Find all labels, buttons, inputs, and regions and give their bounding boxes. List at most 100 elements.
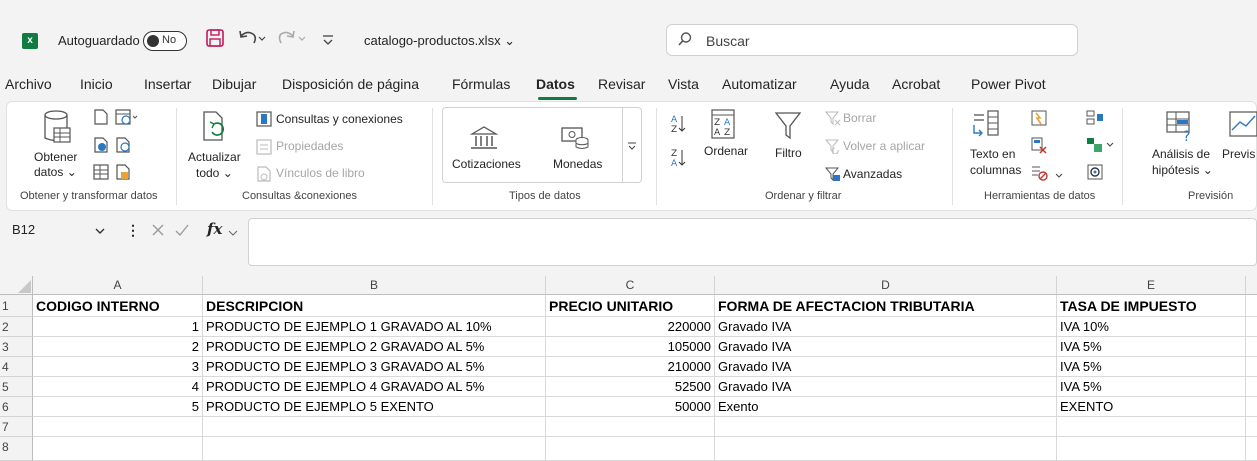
cell-f4[interactable]: [1246, 357, 1257, 377]
formula-input[interactable]: [248, 218, 1257, 266]
stocks-button[interactable]: Cotizaciones: [452, 157, 521, 172]
cell-a5[interactable]: 4: [33, 377, 203, 397]
tab-datos[interactable]: Datos: [536, 76, 575, 92]
tab-revisar[interactable]: Revisar: [598, 76, 645, 92]
text-to-columns-label-2[interactable]: columnas: [970, 163, 1021, 178]
what-if-analysis-button[interactable]: Análisis de: [1152, 147, 1210, 162]
reapply-button[interactable]: Volver a aplicar: [843, 139, 925, 154]
cell-c3[interactable]: 105000: [546, 337, 715, 357]
from-text-icon[interactable]: [92, 108, 110, 129]
name-box-dropdown-icon[interactable]: [94, 224, 106, 239]
row-header-1[interactable]: 1: [0, 295, 33, 317]
row-header-5[interactable]: 5: [0, 377, 33, 397]
consolidate-icon[interactable]: [1086, 109, 1104, 130]
cell-a3[interactable]: 2: [33, 337, 203, 357]
from-file-icon[interactable]: [114, 163, 132, 184]
cell-b2[interactable]: PRODUCTO DE EJEMPLO 1 GRAVADO AL 10%: [203, 317, 546, 337]
enter-icon[interactable]: [174, 222, 190, 241]
cell-f6[interactable]: [1246, 397, 1257, 417]
cell-f2[interactable]: [1246, 317, 1257, 337]
cell-c7[interactable]: [546, 417, 715, 437]
cell-c6[interactable]: 50000: [546, 397, 715, 417]
filter-button[interactable]: Filtro: [775, 146, 802, 161]
cell-a7[interactable]: [33, 417, 203, 437]
cell-a1[interactable]: CODIGO INTERNO: [33, 295, 203, 317]
manage-data-model-icon[interactable]: [1086, 163, 1104, 184]
advanced-filter-button[interactable]: Avanzadas: [843, 167, 902, 182]
cell-c2[interactable]: 220000: [546, 317, 715, 337]
cell-c8[interactable]: [546, 437, 715, 461]
relationships-icon[interactable]: [1086, 136, 1116, 157]
column-header-a[interactable]: A: [33, 276, 203, 295]
save-icon[interactable]: [205, 28, 225, 50]
cell-c4[interactable]: 210000: [546, 357, 715, 377]
what-if-analysis-dropdown[interactable]: hipótesis ⌄: [1152, 163, 1213, 178]
refresh-all-button[interactable]: Actualizar: [188, 150, 241, 165]
cell-a8[interactable]: [33, 437, 203, 461]
cell-e2[interactable]: IVA 10%: [1057, 317, 1246, 337]
cell-d5[interactable]: Gravado IVA: [715, 377, 1057, 397]
cell-b8[interactable]: [203, 437, 546, 461]
insert-function-icon[interactable]: fx: [207, 220, 222, 238]
formula-bar-options-icon[interactable]: ⋮: [126, 222, 140, 239]
recent-sources-icon[interactable]: [114, 136, 132, 157]
search-box[interactable]: Buscar: [666, 24, 1078, 56]
column-header-c[interactable]: C: [546, 276, 715, 295]
tab-insertar[interactable]: Insertar: [144, 76, 191, 92]
tab-dibujar[interactable]: Dibujar: [212, 76, 256, 92]
sort-za-icon[interactable]: ZA: [670, 147, 686, 172]
tab-ayuda[interactable]: Ayuda: [830, 76, 869, 92]
cell-f8[interactable]: [1246, 437, 1257, 461]
refresh-all-dropdown[interactable]: todo ⌄: [196, 166, 233, 181]
currencies-button[interactable]: Monedas: [553, 157, 602, 172]
data-validation-dropdown-icon[interactable]: [1054, 168, 1064, 183]
row-header-2[interactable]: 2: [0, 317, 33, 337]
sort-button[interactable]: Ordenar: [704, 144, 748, 159]
name-box[interactable]: B12: [12, 222, 142, 244]
flash-fill-icon[interactable]: [1030, 109, 1048, 130]
text-to-columns-button[interactable]: Texto en: [970, 147, 1015, 162]
cell-a4[interactable]: 3: [33, 357, 203, 377]
tab-formulas[interactable]: Fórmulas: [452, 76, 510, 92]
cell-b3[interactable]: PRODUCTO DE EJEMPLO 2 GRAVADO AL 5%: [203, 337, 546, 357]
column-header-e[interactable]: E: [1057, 276, 1246, 295]
undo-icon[interactable]: [237, 28, 267, 50]
tab-disposicion[interactable]: Disposición de página: [282, 76, 419, 92]
row-header-4[interactable]: 4: [0, 357, 33, 377]
cell-e4[interactable]: IVA 5%: [1057, 357, 1246, 377]
cell-f1[interactable]: [1246, 295, 1257, 317]
row-header-8[interactable]: 8: [0, 437, 33, 461]
cell-e7[interactable]: [1057, 417, 1246, 437]
column-header-d[interactable]: D: [715, 276, 1057, 295]
cell-c5[interactable]: 52500: [546, 377, 715, 397]
cell-e6[interactable]: EXENTO: [1057, 397, 1246, 417]
row-header-7[interactable]: 7: [0, 417, 33, 437]
cell-e1[interactable]: TASA DE IMPUESTO: [1057, 295, 1246, 317]
clear-filter-button[interactable]: Borrar: [843, 111, 876, 126]
column-header-f[interactable]: [1246, 276, 1257, 295]
select-all-corner[interactable]: [0, 276, 33, 295]
from-web-icon[interactable]: [114, 108, 140, 129]
redo-icon[interactable]: [277, 28, 307, 50]
cell-e3[interactable]: IVA 5%: [1057, 337, 1246, 357]
cell-f3[interactable]: [1246, 337, 1257, 357]
cell-a2[interactable]: 1: [33, 317, 203, 337]
cell-b7[interactable]: [203, 417, 546, 437]
cell-b5[interactable]: PRODUCTO DE EJEMPLO 4 GRAVADO AL 5%: [203, 377, 546, 397]
sort-az-icon[interactable]: AZ: [670, 113, 686, 138]
cell-b4[interactable]: PRODUCTO DE EJEMPLO 3 GRAVADO AL 5%: [203, 357, 546, 377]
cell-b1[interactable]: DESCRIPCION: [203, 295, 546, 317]
get-data-dropdown[interactable]: datos ⌄: [34, 165, 77, 180]
column-header-b[interactable]: B: [203, 276, 546, 295]
existing-connections-icon[interactable]: [92, 163, 110, 184]
cancel-icon[interactable]: [150, 222, 166, 241]
tab-vista[interactable]: Vista: [668, 76, 699, 92]
cell-d3[interactable]: Gravado IVA: [715, 337, 1057, 357]
cell-d7[interactable]: [715, 417, 1057, 437]
fx-dropdown-icon[interactable]: [228, 225, 238, 240]
cell-f7[interactable]: [1246, 417, 1257, 437]
document-filename[interactable]: catalogo-productos.xlsx ⌄: [364, 33, 515, 49]
row-header-3[interactable]: 3: [0, 337, 33, 357]
queries-connections-button[interactable]: Consultas y conexiones: [276, 112, 403, 127]
customize-qat-icon[interactable]: [320, 32, 336, 54]
